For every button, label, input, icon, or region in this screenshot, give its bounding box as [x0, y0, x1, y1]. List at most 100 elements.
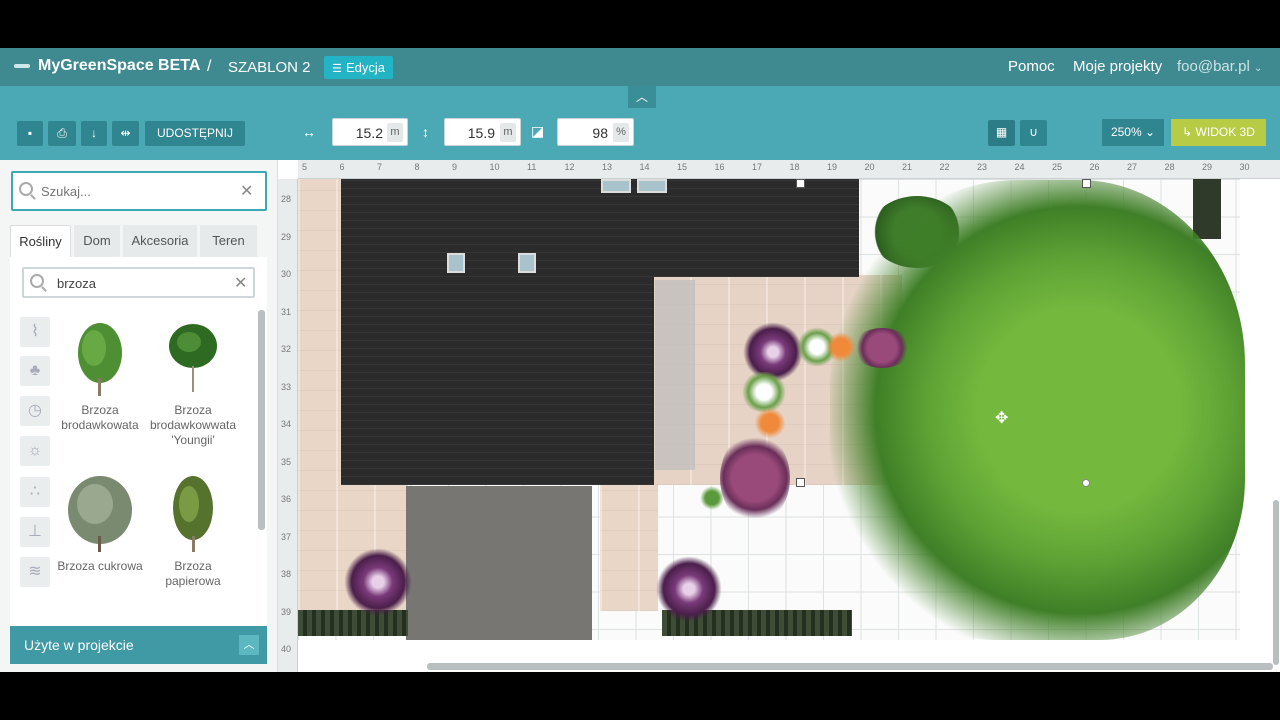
- tab-plants[interactable]: Rośliny: [10, 225, 71, 257]
- used-in-project-panel[interactable]: Użyte w projekcie: [10, 626, 267, 664]
- zoom-select[interactable]: 250% ⌄: [1102, 119, 1164, 146]
- opacity-input[interactable]: [564, 123, 608, 143]
- ruler-tick: 28: [1164, 162, 1175, 172]
- ruler-tick: 14: [639, 162, 650, 172]
- ruler-tick: 26: [1089, 162, 1100, 172]
- opacity-unit: %: [613, 123, 629, 142]
- flower-plant[interactable]: [720, 432, 790, 524]
- magnet-icon: ∪: [1029, 125, 1038, 139]
- print-button[interactable]: ⎙: [48, 121, 76, 146]
- ruler-horizontal: 5 6 7 8 9 10 11 12 13 14 15 16 17 18 19 20 21 22 23 24 25 26 2…: [298, 160, 1280, 179]
- brand-name: MyGreenSpace BETA: [38, 57, 201, 74]
- tab-accessories[interactable]: Akcesoria: [123, 225, 197, 257]
- hedge[interactable]: [298, 610, 408, 636]
- plant-filter-input[interactable]: [57, 274, 227, 292]
- save-button[interactable]: ▪: [17, 121, 43, 146]
- tab-terrain[interactable]: Teren: [200, 225, 257, 257]
- width-field[interactable]: m: [332, 118, 408, 146]
- plant-card[interactable]: Brzoza brodawkowata: [55, 318, 145, 433]
- ruler-tick: 18: [789, 162, 800, 172]
- ruler-tick: 39: [281, 606, 292, 617]
- breadcrumb-project[interactable]: SZABLON 2: [228, 59, 311, 76]
- flower-plant[interactable]: [740, 372, 788, 412]
- fit-width-button[interactable]: ⇹: [112, 121, 139, 146]
- clear-filter-icon[interactable]: ✕: [234, 273, 247, 293]
- clear-search-icon[interactable]: ✕: [240, 181, 253, 201]
- list-icon: ☰: [332, 63, 342, 75]
- sun-category-icon[interactable]: ☼: [20, 436, 50, 466]
- user-menu[interactable]: foo@bar.pl ⌄: [1177, 58, 1262, 75]
- resize-handle[interactable]: [796, 478, 805, 487]
- width-input[interactable]: [339, 123, 383, 143]
- grass-category-icon[interactable]: ≋: [20, 557, 50, 587]
- ruler-tick: 32: [281, 344, 292, 354]
- global-search[interactable]: ✕: [11, 171, 267, 211]
- download-icon: ↓: [91, 126, 97, 140]
- house-roof-wing[interactable]: [341, 277, 654, 485]
- roof-window: [601, 179, 631, 193]
- resize-handle[interactable]: [1082, 179, 1091, 188]
- ruler-tick: 29: [281, 231, 292, 242]
- top-nav-bar: MyGreenSpace BETA / SZABLON 2 ☰ Edycja Po…: [0, 48, 1280, 86]
- global-search-input[interactable]: [41, 181, 231, 201]
- brand[interactable]: MyGreenSpace BETA: [14, 57, 200, 75]
- width-unit: m: [387, 123, 403, 142]
- flower-plant[interactable]: [656, 556, 722, 622]
- ruler-tick: 15: [677, 162, 688, 172]
- edit-mode-label: Edycja: [346, 60, 386, 75]
- edit-mode-button[interactable]: ☰ Edycja: [324, 56, 394, 79]
- clock-category-icon[interactable]: ◷: [20, 396, 50, 426]
- ruler-tick: 5: [302, 162, 308, 172]
- view-3d-button[interactable]: ↳ WIDOK 3D: [1171, 119, 1266, 146]
- search-icon: [30, 274, 44, 288]
- ruler-tick: 33: [281, 381, 292, 392]
- driveway[interactable]: [406, 486, 592, 640]
- expand-used-button[interactable]: ︿: [239, 635, 259, 655]
- move-cursor-icon: ✥: [995, 410, 1009, 427]
- ruler-tick: 7: [377, 162, 383, 172]
- house-roof[interactable]: [341, 179, 859, 277]
- birch-tree-icon: [169, 324, 217, 392]
- chevron-down-icon: ⌄: [1144, 125, 1156, 139]
- ruler-tick: 31: [281, 306, 292, 317]
- chevron-up-icon: ︿: [635, 90, 648, 104]
- horizontal-scrollbar[interactable]: [427, 663, 1273, 670]
- floppy-icon: ▪: [27, 126, 33, 140]
- palm-category-icon[interactable]: ⌇: [20, 317, 50, 347]
- tab-house[interactable]: Dom: [74, 225, 120, 257]
- ruler-tick: 10: [489, 162, 500, 172]
- ruler-tick: 38: [281, 569, 292, 579]
- thermometer-category-icon[interactable]: ⊥: [20, 517, 50, 547]
- flower-plant[interactable]: [344, 548, 412, 616]
- app-window: MyGreenSpace BETA / SZABLON 2 ☰ Edycja Po…: [0, 0, 1280, 720]
- plant-card[interactable]: Brzoza brodawkowwata 'Youngii': [148, 318, 238, 448]
- plant-name: Brzoza cukrowa: [57, 559, 143, 573]
- my-projects-link[interactable]: Moje projekty: [1073, 58, 1162, 75]
- grid-toggle-button[interactable]: ▦: [988, 120, 1015, 146]
- vertical-scrollbar[interactable]: [1273, 500, 1279, 665]
- birch-tree-selected[interactable]: [830, 180, 1245, 640]
- snap-toggle-button[interactable]: ∪: [1020, 120, 1047, 146]
- rotate-handle[interactable]: [1082, 479, 1090, 487]
- shrub[interactable]: [700, 486, 724, 510]
- path-area: [600, 485, 658, 611]
- share-button[interactable]: UDOSTĘPNIJ: [145, 121, 245, 146]
- sidebar-scrollbar[interactable]: [258, 310, 265, 530]
- resize-handle[interactable]: [796, 179, 805, 188]
- flower-plant[interactable]: [852, 328, 912, 368]
- chevron-up-icon: ︿: [243, 639, 255, 651]
- download-button[interactable]: ↓: [81, 121, 107, 146]
- height-field[interactable]: m: [444, 118, 521, 146]
- hedge[interactable]: [1193, 179, 1221, 239]
- tree-category-icon[interactable]: ♣: [20, 356, 50, 386]
- plant-filter[interactable]: ✕: [22, 267, 255, 298]
- help-link[interactable]: Pomoc: [1008, 58, 1055, 75]
- plant-card[interactable]: Brzoza papierowa: [148, 474, 238, 589]
- height-input[interactable]: [451, 123, 495, 143]
- collapse-toolbar-button[interactable]: ︿: [628, 86, 656, 108]
- opacity-field[interactable]: %: [557, 118, 634, 146]
- water-category-icon[interactable]: ∴: [20, 477, 50, 507]
- plant-card[interactable]: Brzoza cukrowa: [55, 474, 145, 574]
- ruler-tick: 36: [281, 494, 292, 504]
- width-arrows-icon: ↔: [302, 124, 316, 140]
